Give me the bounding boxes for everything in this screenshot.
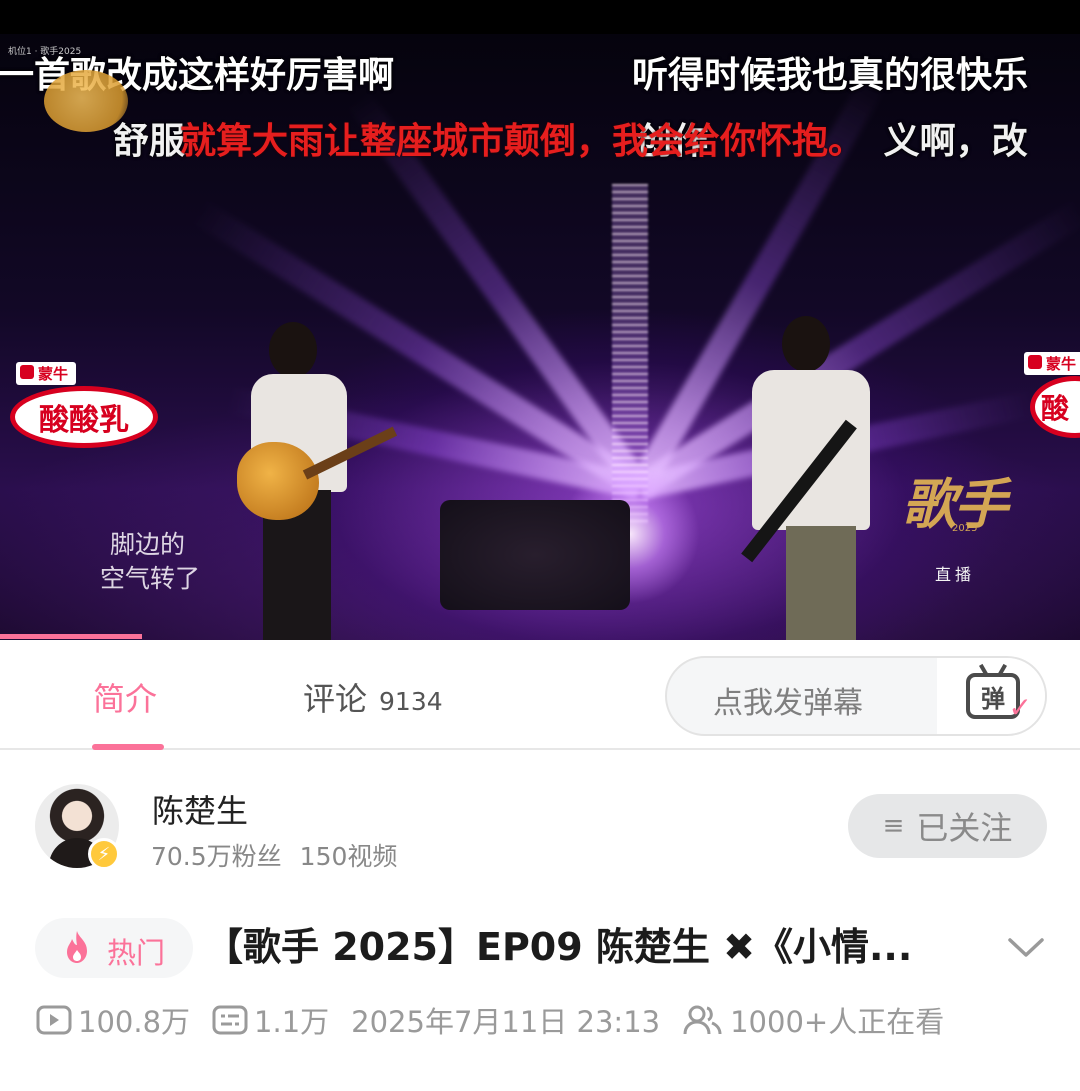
publish-datetime: 2025年7月11日 23:13 bbox=[351, 1005, 661, 1039]
danmaku-count-icon bbox=[212, 1005, 248, 1035]
follow-label: 已关注 bbox=[916, 809, 1013, 847]
fans-count: 70.5万粉丝 bbox=[151, 842, 282, 871]
video-watermark: 机位1 · 歌手2025 bbox=[8, 47, 82, 57]
danmaku-avatar-blob bbox=[44, 70, 128, 132]
people-icon bbox=[683, 1005, 722, 1035]
watching-now-text: 1000+人正在看 bbox=[730, 1005, 945, 1039]
follow-button[interactable]: ≡ 已关注 bbox=[848, 794, 1047, 858]
tab-comments[interactable]: 评论 9134 bbox=[303, 674, 443, 720]
video-danmaku-red: 就算大雨让整座城市颠倒，我会给你怀抱。 bbox=[180, 121, 865, 162]
video-meta: 100.8万 1.1万 2025年7月11日 23:13 1000+人正在看 bbox=[36, 1000, 966, 1040]
danmaku-toggle-button[interactable]: 弹 ✓ bbox=[937, 658, 1045, 734]
danmaku-count-text: 1.1万 bbox=[254, 1005, 330, 1039]
danmaku-placeholder[interactable]: 点我发弹幕 bbox=[713, 678, 863, 722]
watching-now: 1000+人正在看 bbox=[682, 999, 944, 1041]
tab-intro-label: 简介 bbox=[93, 680, 158, 718]
performer-right bbox=[741, 316, 882, 640]
videos-count: 150视频 bbox=[299, 842, 398, 871]
show-year: 2025 bbox=[952, 523, 978, 534]
video-title[interactable]: 【歌手 2025】EP09 陈楚生 ✖《小情... bbox=[205, 916, 965, 971]
chevron-down-icon[interactable] bbox=[1006, 932, 1046, 962]
view-count-text: 100.8万 bbox=[78, 1005, 191, 1039]
uploader-name[interactable]: 陈楚生 bbox=[152, 786, 248, 832]
drum-kit bbox=[440, 500, 630, 610]
verified-lightning-icon: ⚡ bbox=[88, 838, 120, 870]
danmaku-count: 1.1万 bbox=[212, 999, 329, 1041]
sponsor-badge: 蒙牛 酸酸乳 bbox=[10, 358, 160, 448]
sponsor-badge-right: 蒙牛 酸 bbox=[1022, 348, 1080, 448]
on-screen-lyric: 脚边的 空气转了 bbox=[100, 528, 200, 596]
video-subtitle: 听得时候我也真的很快乐 bbox=[632, 55, 1029, 96]
uploader-stats: 70.5万粉丝 150视频 bbox=[151, 837, 397, 873]
sponsor-brand: 蒙牛 bbox=[16, 362, 77, 385]
lyric-line: 空气转了 bbox=[100, 564, 201, 593]
comments-count: 9134 bbox=[379, 687, 443, 716]
sponsor-product: 酸酸乳 bbox=[10, 386, 158, 448]
menu-icon: ≡ bbox=[882, 811, 905, 841]
sponsor-product: 酸 bbox=[1030, 376, 1080, 438]
hot-badge[interactable]: 热门 bbox=[35, 918, 193, 978]
sponsor-brand: 蒙牛 bbox=[1024, 352, 1080, 375]
check-icon: ✓ bbox=[1008, 691, 1032, 724]
danmaku-icon-char: 弹 bbox=[981, 684, 1005, 713]
tab-comments-label: 评论 bbox=[303, 680, 368, 718]
performer-left bbox=[237, 322, 398, 640]
danmaku-icon: 弹 ✓ bbox=[966, 663, 1032, 724]
video-top-bar bbox=[0, 0, 1080, 34]
play-count-icon bbox=[36, 1005, 72, 1035]
playback-progress[interactable] bbox=[0, 634, 142, 639]
hot-label: 热门 bbox=[107, 936, 166, 970]
video-player[interactable]: 一首歌改成这样好厉害啊 听得时候我也真的很快乐 舒服 创作 义啊，改 就算大雨让… bbox=[0, 0, 1080, 640]
view-count: 100.8万 bbox=[36, 999, 190, 1041]
tab-intro[interactable]: 简介 bbox=[93, 674, 157, 720]
flame-icon bbox=[67, 931, 87, 963]
lyric-line: 脚边的 bbox=[110, 530, 186, 559]
active-tab-indicator bbox=[92, 744, 164, 750]
live-tag: 直播 bbox=[935, 565, 976, 584]
danmaku-input[interactable]: 点我发弹幕 弹 ✓ bbox=[665, 656, 1047, 736]
